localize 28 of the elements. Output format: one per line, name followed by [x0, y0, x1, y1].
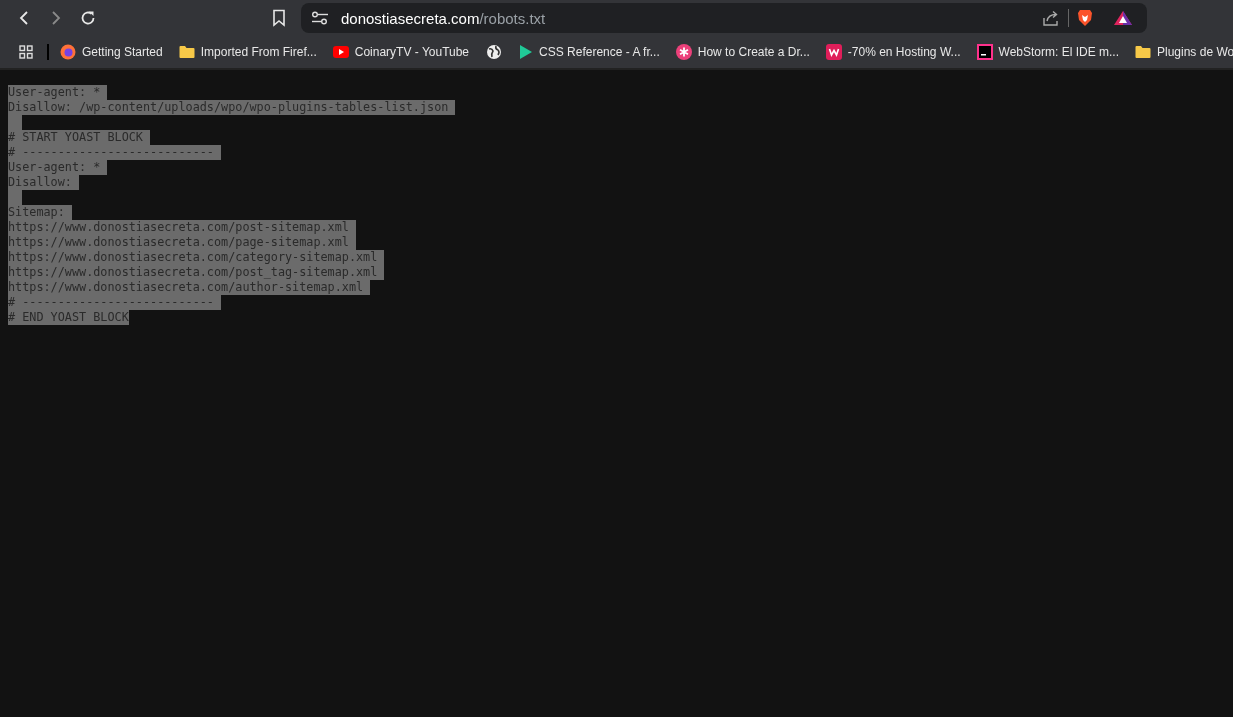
address-bar[interactable]: donostiasecreta.com/robots.txt [301, 3, 1147, 33]
asterisk-icon [675, 44, 692, 60]
bookmark[interactable]: Imported From Firef... [173, 41, 322, 63]
reload-icon [79, 9, 97, 27]
bookmark[interactable]: CoinaryTV - YouTube [327, 41, 475, 63]
bookmark-icon [272, 9, 286, 27]
bookmark[interactable]: How to Create a Dr... [670, 40, 815, 64]
site-settings-icon[interactable] [311, 11, 329, 25]
url-text: donostiasecreta.com/robots.txt [341, 9, 546, 27]
bookmark[interactable]: -70% en Hosting W... [820, 40, 966, 64]
lion-shield-icon[interactable] [1077, 9, 1093, 27]
folder-icon [1135, 45, 1151, 59]
video-play-icon [332, 46, 349, 58]
browser-logo-icon [60, 44, 76, 60]
bookmark[interactable]: Getting Started [55, 40, 168, 64]
chevron-right-icon [49, 10, 63, 26]
folder-icon [178, 45, 195, 59]
globe-icon [486, 44, 503, 60]
apps-grid-icon[interactable] [19, 45, 33, 59]
ide-logo-icon [976, 44, 993, 60]
share-icon[interactable] [1042, 9, 1060, 27]
bookmark[interactable]: CSS Reference - A fr... [514, 40, 665, 64]
triangle-icon[interactable] [1113, 10, 1133, 26]
play-shape-icon [519, 44, 534, 60]
chevron-left-icon [17, 10, 31, 26]
bookmark[interactable]: WebStorm: El IDE m... [971, 40, 1124, 64]
letter-w-icon [825, 44, 842, 60]
bookmark[interactable]: Plugins de Wo [1130, 41, 1233, 63]
